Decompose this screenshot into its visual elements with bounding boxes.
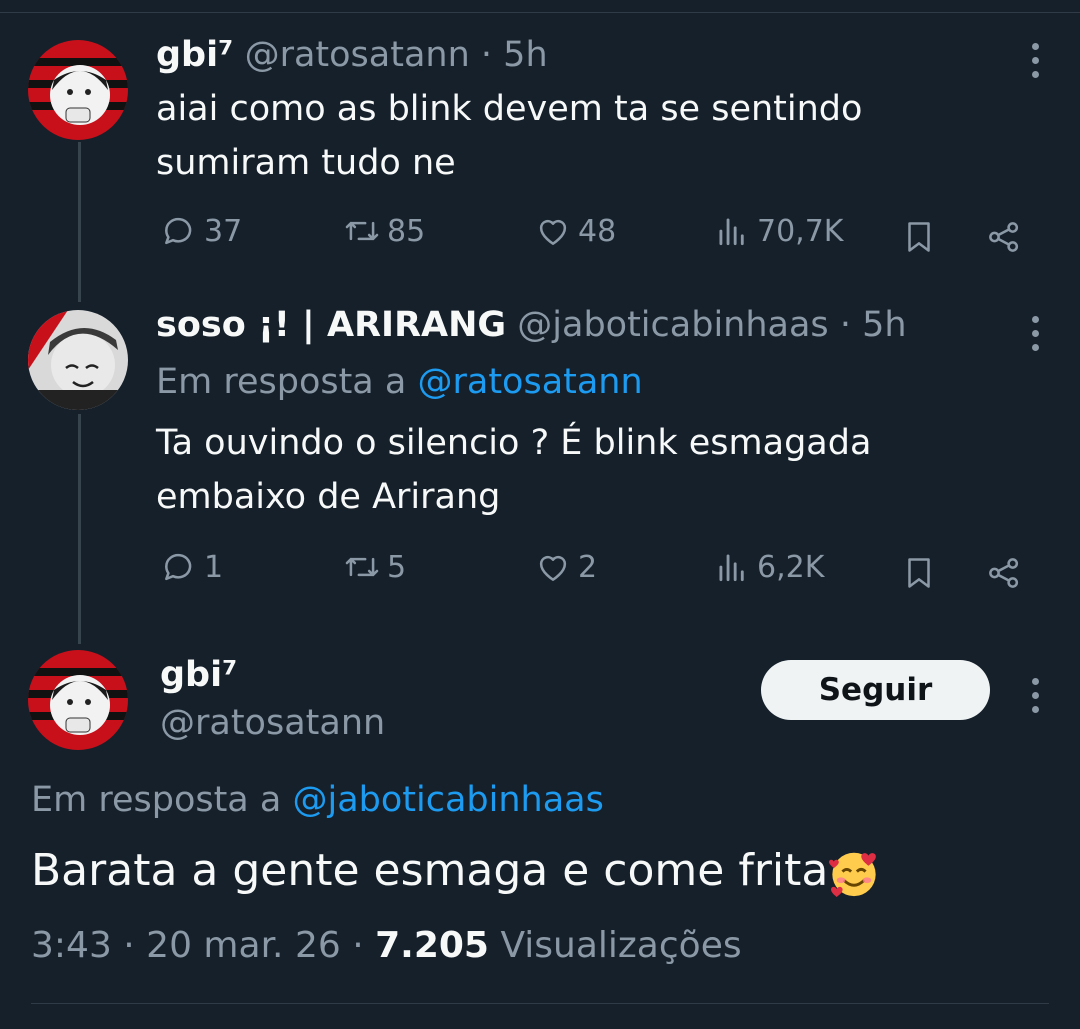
tweet-text-line: Ta ouvindo o silencio ? É blink esmagada [156,423,872,463]
avatar[interactable] [28,310,128,410]
tweet-header: soso ¡! | ARIRANG @jaboticabinhaas · 5h [156,305,907,345]
more-icon[interactable] [1030,43,1040,85]
bookmark-button[interactable] [900,554,938,592]
views-icon [719,554,744,582]
like-icon [539,219,567,245]
views-button[interactable]: 6,2K [713,548,824,586]
share-button[interactable] [985,218,1023,256]
thread-line [78,414,81,644]
action-bar: 37 85 48 70,7K [0,212,1080,262]
reply-count: 1 [204,549,224,585]
retweet-count: 85 [387,213,426,249]
bookmark-button[interactable] [900,218,938,256]
display-name[interactable]: soso ¡! | ARIRANG [156,305,506,345]
reply-context: Em resposta a @ratosatann [156,362,643,402]
like-button[interactable]: 48 [534,212,616,250]
reply-context: Em resposta a @jaboticabinhaas [31,780,604,820]
share-icon [989,222,1019,252]
handle[interactable]: @ratosatann [245,35,470,75]
handle[interactable]: @ratosatann [160,703,385,743]
retweet-button[interactable]: 85 [343,212,425,250]
tweet-meta: 3:43 · 20 mar. 26 · 7.205 Visualizações [31,925,742,966]
retweet-icon [345,221,379,241]
handle[interactable]: @jaboticabinhaas [517,305,828,345]
tweet-text-line: sumiram tudo ne [156,143,456,183]
views-label: Visualizações [500,925,742,966]
views-count: 6,2K [757,549,825,585]
views-button[interactable]: 70,7K [713,212,843,250]
more-icon[interactable] [1030,316,1040,358]
avatar[interactable] [28,40,128,140]
avatar[interactable] [28,650,128,750]
tweet-text-line: embaixo de Arirang [156,477,501,517]
main-tweet-name: gbi⁷ [160,655,237,695]
retweet-count: 5 [387,549,407,585]
reply-button[interactable]: 1 [160,548,223,586]
like-icon [539,555,567,581]
tweet-text: Ta ouvindo o silencio ? É blink esmagada… [156,416,871,524]
display-name[interactable]: gbi⁷ [160,655,237,695]
like-count: 48 [578,213,617,249]
reply-button[interactable]: 37 [160,212,242,250]
share-icon [989,558,1019,588]
follow-button[interactable]: Seguir [761,660,990,720]
more-icon[interactable] [1030,678,1040,720]
retweet-icon [345,557,379,577]
reply-count: 37 [204,213,243,249]
reply-prefix: Em resposta a [156,362,407,402]
main-tweet-text: Barata a gente esmaga e come frita [31,845,880,899]
reply-icon [165,553,192,581]
display-name[interactable]: gbi⁷ [156,35,233,75]
tweet-text-line: aiai como as blink devem ta se sentindo [156,89,863,129]
like-button[interactable]: 2 [534,548,597,586]
bookmark-icon [908,222,930,252]
retweet-button[interactable]: 5 [343,548,406,586]
share-button[interactable] [985,554,1023,592]
top-divider [0,12,1080,13]
tweet-text: aiai como as blink devem ta se sentindo … [156,82,862,190]
smiling-face-with-hearts-icon [829,852,877,897]
views-count: 7.205 [375,925,489,966]
main-tweet-handle: @ratosatann [160,703,385,743]
tweet-time[interactable]: 3:43 [31,925,112,966]
like-count: 2 [578,549,598,585]
timestamp[interactable]: · 5h [840,305,907,345]
reply-mention-link[interactable]: @jaboticabinhaas [292,780,603,820]
reply-prefix: Em resposta a [31,780,282,820]
bookmark-icon [908,558,930,588]
action-bar: 1 5 2 6,2K [0,548,1080,598]
views-count: 70,7K [757,213,844,249]
tweet-header: gbi⁷ @ratosatann · 5h [156,35,548,75]
reply-mention-link[interactable]: @ratosatann [417,362,642,402]
views-icon [719,218,744,246]
timestamp[interactable]: · 5h [481,35,548,75]
bottom-divider [31,1003,1049,1004]
reply-icon [165,217,192,245]
main-tweet-text-content: Barata a gente esmaga e come frita [31,845,829,896]
tweet-date[interactable]: · 20 mar. 26 · [123,925,363,966]
